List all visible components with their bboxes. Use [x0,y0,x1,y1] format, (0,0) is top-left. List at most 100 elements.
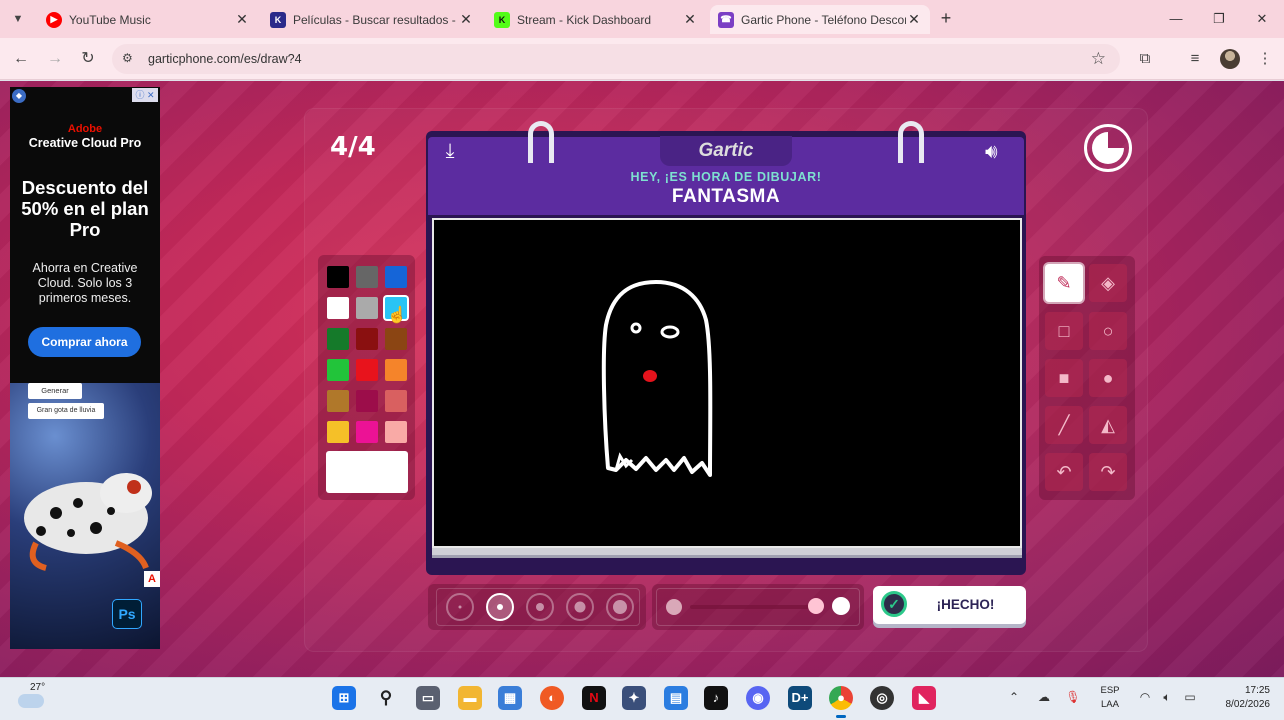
color-swatch[interactable] [385,390,407,412]
start-windows-icon[interactable]: ⊞ [332,686,356,710]
chrome-icon[interactable]: ● [829,686,853,718]
color-swatch[interactable] [356,421,378,443]
profile-avatar[interactable] [1220,49,1240,69]
netflix-icon[interactable]: N [582,686,606,710]
opacity-slider-thumb[interactable] [808,598,824,614]
line-icon[interactable]: ╱ [1045,406,1083,444]
battery-icon[interactable]: ▭ [1181,688,1199,706]
pencil-icon[interactable]: ✎ [1045,264,1083,302]
opacity-slider-track[interactable] [690,605,816,609]
close-tab-icon[interactable]: ✕ [234,11,250,28]
keyboard-layout: LAA [1101,699,1119,710]
volume-icon[interactable]: 🔊︎ [985,141,1015,165]
brush-size-3[interactable] [526,593,554,621]
obs-icon[interactable]: ◎ [870,686,894,710]
system-clock[interactable]: 17:25 8/02/2026 [1208,684,1271,712]
color-swatch[interactable] [327,266,349,288]
calendar-app-icon[interactable]: ▤ [664,686,688,710]
color-swatch[interactable] [356,297,378,319]
language-indicator[interactable]: ESP LAA [1097,684,1123,712]
color-swatch[interactable] [327,390,349,412]
color-swatch[interactable] [385,266,407,288]
eraser-icon[interactable]: ◈ [1089,264,1127,302]
ad-choices-icon[interactable]: ⓘ ✕ [132,88,158,102]
adobe-advertisement[interactable]: ◆ ⓘ ✕ Adobe Creative Cloud Pro Descuento… [10,87,160,649]
opacity-max-dot [832,597,850,615]
site-settings-icon[interactable]: ⚙ [122,51,138,67]
rectangle-filled-icon[interactable]: ■ [1045,359,1083,397]
brush-size-5[interactable] [606,593,634,621]
brush-size-2[interactable] [486,593,514,621]
reload-icon[interactable]: ↻ [77,48,99,70]
more-menu-icon[interactable]: ⋮ [1255,49,1275,69]
color-swatch[interactable] [356,390,378,412]
microphone-icon[interactable]: 🎙︎ [1064,688,1082,706]
cloud-icon [18,694,44,708]
tab-search-chevron-icon[interactable]: ▼ [8,9,28,29]
address-bar[interactable]: ⚙ garticphone.com/es/draw?4 ☆ [112,44,1120,74]
tiktok-icon[interactable]: ♪ [704,686,728,710]
discord-icon[interactable]: ◉ [746,686,770,710]
download-icon[interactable]: ⤓ [438,140,462,164]
brush-size-4[interactable] [566,593,594,621]
onedrive-icon[interactable]: ☁ [1035,688,1053,706]
minimize-icon[interactable]: — [1166,9,1186,29]
weather-widget[interactable]: 27° [16,680,46,716]
circle-filled-icon[interactable]: ● [1089,359,1127,397]
color-swatch[interactable] [327,297,349,319]
close-window-icon[interactable]: ✕ [1252,9,1272,29]
done-button[interactable]: ✓ ¡HECHO! [873,586,1026,624]
new-tab-plus-icon[interactable]: + [936,9,956,29]
tab-youtube-music[interactable]: ▶ YouTube Music ✕ [38,5,258,34]
extensions-puzzle-icon[interactable]: ⧉ [1135,49,1155,69]
color-swatch[interactable] [356,359,378,381]
color-swatch[interactable] [327,328,349,350]
color-swatch[interactable] [385,328,407,350]
color-swatch[interactable] [327,421,349,443]
ghost-drawing [601,280,713,477]
color-swatch[interactable] [385,421,407,443]
opacity-min-dot [666,599,682,615]
task-view-icon[interactable]: ▭ [416,686,440,710]
show-hidden-icons-chevron-icon[interactable]: ⌃ [1005,688,1023,706]
ad-buy-now-button[interactable]: Comprar ahora [28,327,141,357]
disney-plus-icon[interactable]: D+ [788,686,812,710]
close-tab-icon[interactable]: ✕ [906,11,922,28]
color-swatch[interactable] [356,328,378,350]
redo-icon[interactable]: ↷ [1089,453,1127,491]
url-text[interactable]: garticphone.com/es/draw?4 [148,52,302,66]
search-icon[interactable]: ⚲ [374,686,398,710]
media-controls-icon[interactable]: ≡ [1185,49,1205,69]
rectangle-outline-icon[interactable]: □ [1045,312,1083,350]
close-tab-icon[interactable]: ✕ [682,11,698,28]
forward-arrow-icon[interactable]: → [44,48,66,70]
store-icon[interactable]: ▦ [498,686,522,710]
crunchyroll-icon[interactable]: ◐ [540,686,564,710]
tab-gartic-phone[interactable]: ☎ Gartic Phone - Teléfono Descon ✕ [710,5,930,34]
speaker-icon[interactable]: 🔈︎ [1158,688,1176,706]
fill-bucket-icon[interactable]: ◭ [1089,406,1127,444]
color-swatch[interactable] [356,266,378,288]
ad-privacy-icon[interactable]: ◆ [12,89,26,103]
timer-clock-icon [1084,124,1132,172]
photos-app-icon[interactable]: ✦ [622,686,646,710]
ad-frog-artwork: Generar Gran gota de lluvia Ps [10,383,160,649]
wifi-icon[interactable]: ◠ [1136,688,1154,706]
notebook-ring-right-icon [898,121,924,163]
color-swatch[interactable] [385,359,407,381]
back-arrow-icon[interactable]: ← [10,48,32,70]
file-explorer-icon[interactable]: ▬ [458,686,482,710]
tab-peliculas[interactable]: K Películas - Buscar resultados - K ✕ [262,5,482,34]
photoshop-logo: Ps [112,599,142,629]
close-tab-icon[interactable]: ✕ [458,11,474,28]
drawing-canvas[interactable] [432,218,1022,548]
color-swatch[interactable] [327,359,349,381]
brush-size-1[interactable] [446,593,474,621]
ad-headline: Descuento del 50% en el plan Pro [21,177,149,240]
bookmark-star-icon[interactable]: ☆ [1091,49,1106,69]
restore-icon[interactable]: ❐ [1209,9,1229,29]
undo-icon[interactable]: ↶ [1045,453,1083,491]
circle-outline-icon[interactable]: ○ [1089,312,1127,350]
tab-kick-dashboard[interactable]: K Stream - Kick Dashboard ✕ [486,5,706,34]
app-icon[interactable]: ◣ [912,686,936,710]
